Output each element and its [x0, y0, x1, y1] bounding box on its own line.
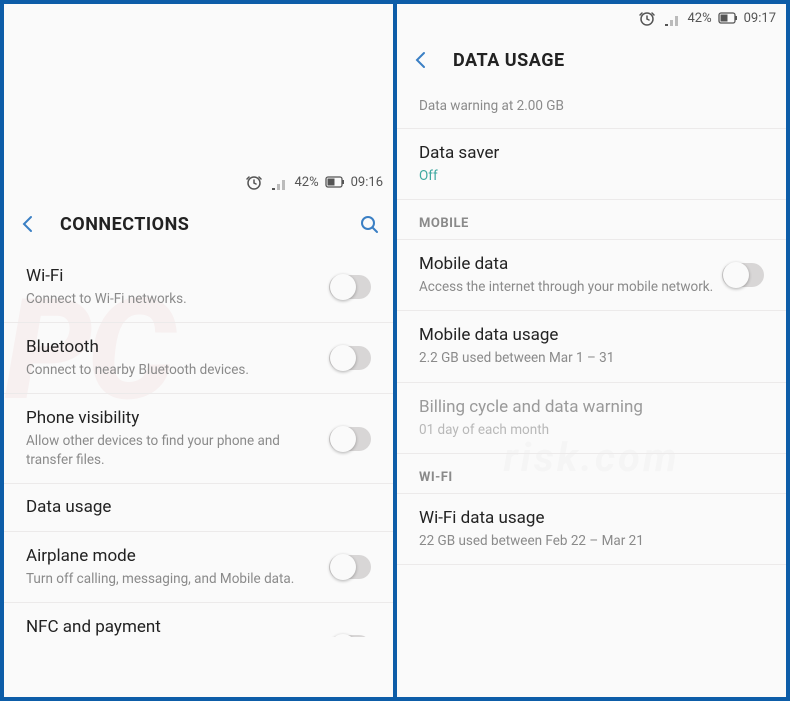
alarm-icon [637, 8, 657, 28]
row-subtitle: 22 GB used between Feb 22 – Mar 21 [419, 532, 764, 550]
section-header-mobile: MOBILE [397, 200, 786, 240]
row-title: Mobile data usage [419, 325, 764, 345]
battery-icon [325, 173, 345, 191]
alarm-icon [244, 172, 264, 192]
row-subtitle: 2.2 GB used between Mar 1 – 31 [419, 349, 764, 367]
toggle-nfc[interactable] [329, 635, 371, 637]
row-title: Airplane mode [26, 546, 329, 566]
row-restrict-networks[interactable]: Restrict networks 0 restrictions [397, 565, 786, 577]
page-title: DATA USAGE [453, 50, 772, 71]
row-billing-cycle[interactable]: Billing cycle and data warning 01 day of… [397, 383, 786, 454]
clock-time: 09:16 [351, 175, 383, 190]
header: CONNECTIONS [4, 196, 393, 252]
status-bar: 42% 09:17 [397, 4, 786, 32]
data-warning-info: Data warning at 2.00 GB [397, 88, 786, 129]
row-wifi[interactable]: Wi-Fi Connect to Wi-Fi networks. [4, 252, 393, 323]
row-title: Data saver [419, 143, 764, 163]
row-title: Data usage [26, 497, 371, 517]
toggle-airplane[interactable] [329, 555, 371, 579]
row-phone-visibility[interactable]: Phone visibility Allow other devices to … [4, 394, 393, 483]
row-subtitle: Connect to nearby Bluetooth devices. [26, 361, 329, 379]
back-icon[interactable] [411, 50, 431, 70]
row-mobile-data-usage[interactable]: Mobile data usage 2.2 GB used between Ma… [397, 311, 786, 382]
row-subtitle: Access the internet through your mobile … [419, 278, 722, 296]
search-icon[interactable] [359, 214, 379, 234]
row-mobile-data[interactable]: Mobile data Access the internet through … [397, 240, 786, 311]
settings-list: Wi-Fi Connect to Wi-Fi networks. Bluetoo… [4, 252, 393, 637]
row-value: Off [419, 167, 764, 185]
section-header-wifi: WI-FI [397, 454, 786, 494]
row-subtitle: Allow other devices to find your phone a… [26, 432, 329, 468]
settings-list: Data warning at 2.00 GB Data saver Off M… [397, 88, 786, 577]
row-subtitle: Connect to Wi-Fi networks. [26, 290, 329, 308]
row-title: NFC and payment [26, 617, 329, 637]
battery-icon [718, 9, 738, 27]
header: DATA USAGE [397, 32, 786, 88]
back-icon[interactable] [18, 214, 38, 234]
toggle-mobile-data[interactable] [722, 263, 764, 287]
row-bluetooth[interactable]: Bluetooth Connect to nearby Bluetooth de… [4, 323, 393, 394]
row-data-saver[interactable]: Data saver Off [397, 129, 786, 200]
row-title: Mobile data [419, 254, 722, 274]
row-title: Billing cycle and data warning [419, 397, 764, 417]
row-subtitle: 01 day of each month [419, 421, 764, 439]
battery-percent: 42% [294, 175, 318, 190]
screen-connections: PC 42% 09:16 CONNECTIONS Wi-Fi Connect t… [4, 4, 393, 697]
toggle-bluetooth[interactable] [329, 346, 371, 370]
screen-data-usage: risk.com 42% 09:17 DATA USAGE Data warni… [397, 4, 786, 697]
row-title: Bluetooth [26, 337, 329, 357]
row-airplane-mode[interactable]: Airplane mode Turn off calling, messagin… [4, 532, 393, 603]
status-bar: 42% 09:16 [4, 168, 393, 196]
row-title: Phone visibility [26, 408, 329, 428]
row-title: Wi-Fi [26, 266, 329, 286]
battery-percent: 42% [687, 11, 711, 26]
row-nfc-payment[interactable]: NFC and payment Make mobile payments, sh… [4, 603, 393, 637]
page-title: CONNECTIONS [60, 214, 337, 235]
signal-icon [270, 174, 288, 190]
row-wifi-data-usage[interactable]: Wi-Fi data usage 22 GB used between Feb … [397, 494, 786, 565]
signal-icon [663, 10, 681, 26]
clock-time: 09:17 [744, 11, 776, 26]
row-data-usage[interactable]: Data usage [4, 484, 393, 532]
toggle-wifi[interactable] [329, 275, 371, 299]
toggle-phone-visibility[interactable] [329, 427, 371, 451]
row-subtitle: Turn off calling, messaging, and Mobile … [26, 570, 329, 588]
row-title: Wi-Fi data usage [419, 508, 764, 528]
